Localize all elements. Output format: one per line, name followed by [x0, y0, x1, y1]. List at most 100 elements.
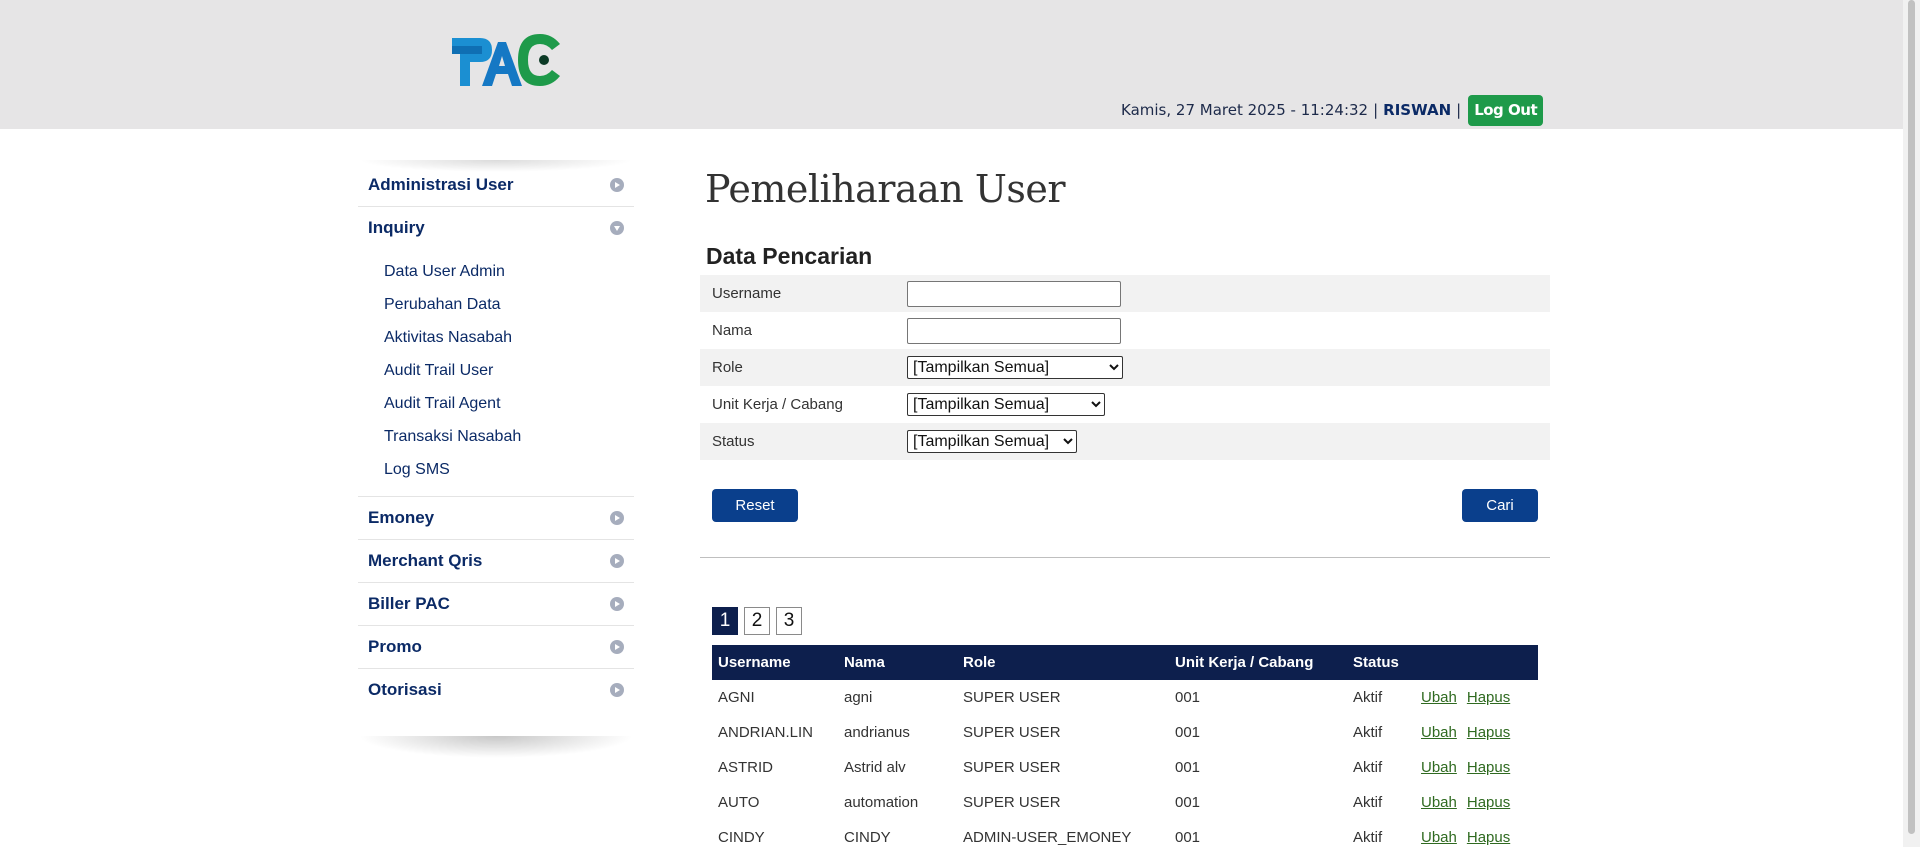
page-title: Pemeliharaan User: [705, 167, 1066, 211]
menu-merchant-qris[interactable]: Merchant Qris: [358, 540, 634, 583]
search-button[interactable]: Cari: [1462, 489, 1538, 522]
chevron-right-icon: [610, 554, 624, 568]
chevron-right-icon: [610, 597, 624, 611]
edit-link[interactable]: Ubah: [1421, 759, 1457, 776]
table-header-row: Username Nama Role Unit Kerja / Cabang S…: [712, 645, 1538, 680]
cell-unit: 001: [1175, 724, 1201, 741]
logout-button[interactable]: Log Out: [1468, 94, 1544, 126]
menu-administrasi-user[interactable]: Administrasi User: [358, 164, 634, 207]
cell-unit: 001: [1175, 829, 1201, 846]
col-username: Username: [712, 645, 838, 680]
username-input[interactable]: [907, 280, 1121, 307]
header: Kamis, 27 Maret 2025 - 11:24:32 | RISWAN…: [0, 0, 1920, 129]
unit-label: Unit Kerja / Cabang: [712, 396, 843, 413]
menu-emoney[interactable]: Emoney: [358, 497, 634, 540]
cell-actions: Ubah Hapus: [1415, 715, 1538, 750]
col-status: Status: [1347, 645, 1415, 680]
menu-label: Inquiry: [368, 218, 425, 237]
cell-unit: 001: [1175, 759, 1201, 776]
cell-actions: Ubah Hapus: [1415, 750, 1538, 785]
cell-nama: automation: [844, 794, 919, 811]
cell-nama: agni: [844, 689, 873, 706]
menu-label: Emoney: [368, 508, 435, 527]
delete-link[interactable]: Hapus: [1467, 689, 1510, 706]
cell-username: CINDY: [718, 829, 765, 846]
cell-status: Aktif: [1353, 829, 1383, 846]
submenu-data-user-admin[interactable]: Data User Admin: [384, 255, 634, 288]
cell-nama: andrianus: [844, 724, 910, 741]
cell-role: SUPER USER: [963, 759, 1061, 776]
edit-link[interactable]: Ubah: [1421, 829, 1457, 846]
form-row-status: Status [Tampilkan Semua]: [700, 423, 1550, 460]
username-text: RISWAN: [1383, 101, 1452, 119]
cell-status: Aktif: [1353, 724, 1383, 741]
reset-button[interactable]: Reset: [712, 489, 798, 522]
edit-link[interactable]: Ubah: [1421, 794, 1457, 811]
submenu-transaksi-nasabah[interactable]: Transaksi Nasabah: [384, 420, 634, 453]
separator: |: [1373, 101, 1379, 119]
edit-link[interactable]: Ubah: [1421, 689, 1457, 706]
cell-nama: CINDY: [844, 829, 891, 846]
cell-unit: 001: [1175, 794, 1201, 811]
delete-link[interactable]: Hapus: [1467, 759, 1510, 776]
cell-actions: Ubah Hapus: [1415, 680, 1538, 715]
user-table: Username Nama Role Unit Kerja / Cabang S…: [712, 645, 1538, 855]
nama-label: Nama: [712, 322, 753, 339]
submenu-audit-trail-agent[interactable]: Audit Trail Agent: [384, 387, 634, 420]
cell-username: ANDRIAN.LIN: [718, 724, 814, 741]
cell-role: SUPER USER: [963, 689, 1061, 706]
table-row: ANDRIAN.LIN andrianus SUPER USER 001 Akt…: [712, 715, 1538, 750]
submenu-perubahan-data[interactable]: Perubahan Data: [384, 288, 634, 321]
logo[interactable]: [452, 28, 562, 88]
cell-role: SUPER USER: [963, 724, 1061, 741]
delete-link[interactable]: Hapus: [1467, 724, 1510, 741]
role-label: Role: [712, 359, 743, 376]
menu-label: Administrasi User: [368, 175, 514, 194]
submenu-aktivitas-nasabah[interactable]: Aktivitas Nasabah: [384, 321, 634, 354]
delete-link[interactable]: Hapus: [1467, 829, 1510, 846]
menu-biller-pac[interactable]: Biller PAC: [358, 583, 634, 626]
status-label: Status: [712, 433, 755, 450]
status-select[interactable]: [Tampilkan Semua]: [907, 430, 1077, 453]
cell-username: AGNI: [718, 689, 755, 706]
page-2[interactable]: 2: [744, 607, 770, 635]
cell-role: SUPER USER: [963, 794, 1061, 811]
page-3[interactable]: 3: [776, 607, 802, 635]
cell-role: ADMIN-USER_EMONEY: [963, 829, 1132, 846]
chevron-down-icon: [610, 221, 624, 235]
chevron-right-icon: [610, 178, 624, 192]
cell-username: AUTO: [718, 794, 760, 811]
delete-link[interactable]: Hapus: [1467, 794, 1510, 811]
cell-username: ASTRID: [718, 759, 774, 776]
section-title: Data Pencarian: [706, 243, 873, 269]
menu-label: Promo: [368, 637, 422, 656]
search-form: Username Nama Role [Tampilkan Semua] Uni…: [700, 275, 1550, 460]
col-nama: Nama: [838, 645, 957, 680]
scrollbar-thumb[interactable]: [1908, 0, 1915, 834]
col-unit: Unit Kerja / Cabang: [1169, 645, 1347, 680]
table-row: AUTO automation SUPER USER 001 Aktif Uba…: [712, 785, 1538, 820]
page-1[interactable]: 1: [712, 607, 738, 635]
cell-status: Aktif: [1353, 759, 1383, 776]
menu-label: Merchant Qris: [368, 551, 483, 570]
menu-inquiry[interactable]: Inquiry: [358, 207, 634, 249]
role-select[interactable]: [Tampilkan Semua]: [907, 356, 1123, 379]
pagination: 1 2 3: [712, 607, 802, 635]
chevron-right-icon: [610, 511, 624, 525]
unit-select[interactable]: [Tampilkan Semua]: [907, 393, 1105, 416]
form-row-username: Username: [700, 275, 1550, 312]
menu-promo[interactable]: Promo: [358, 626, 634, 669]
table-row: CINDY CINDY ADMIN-USER_EMONEY 001 Aktif …: [712, 820, 1538, 855]
cell-status: Aktif: [1353, 689, 1383, 706]
submenu-audit-trail-user[interactable]: Audit Trail User: [384, 354, 634, 387]
sidebar-menu: Administrasi User Inquiry Data User Admi…: [358, 164, 634, 711]
nama-input[interactable]: [907, 317, 1121, 344]
menu-otorisasi[interactable]: Otorisasi: [358, 669, 634, 711]
cell-status: Aktif: [1353, 794, 1383, 811]
col-role: Role: [957, 645, 1169, 680]
edit-link[interactable]: Ubah: [1421, 724, 1457, 741]
cell-unit: 001: [1175, 689, 1201, 706]
chevron-right-icon: [610, 640, 624, 654]
scrollbar[interactable]: [1903, 0, 1920, 847]
submenu-log-sms[interactable]: Log SMS: [384, 453, 634, 486]
